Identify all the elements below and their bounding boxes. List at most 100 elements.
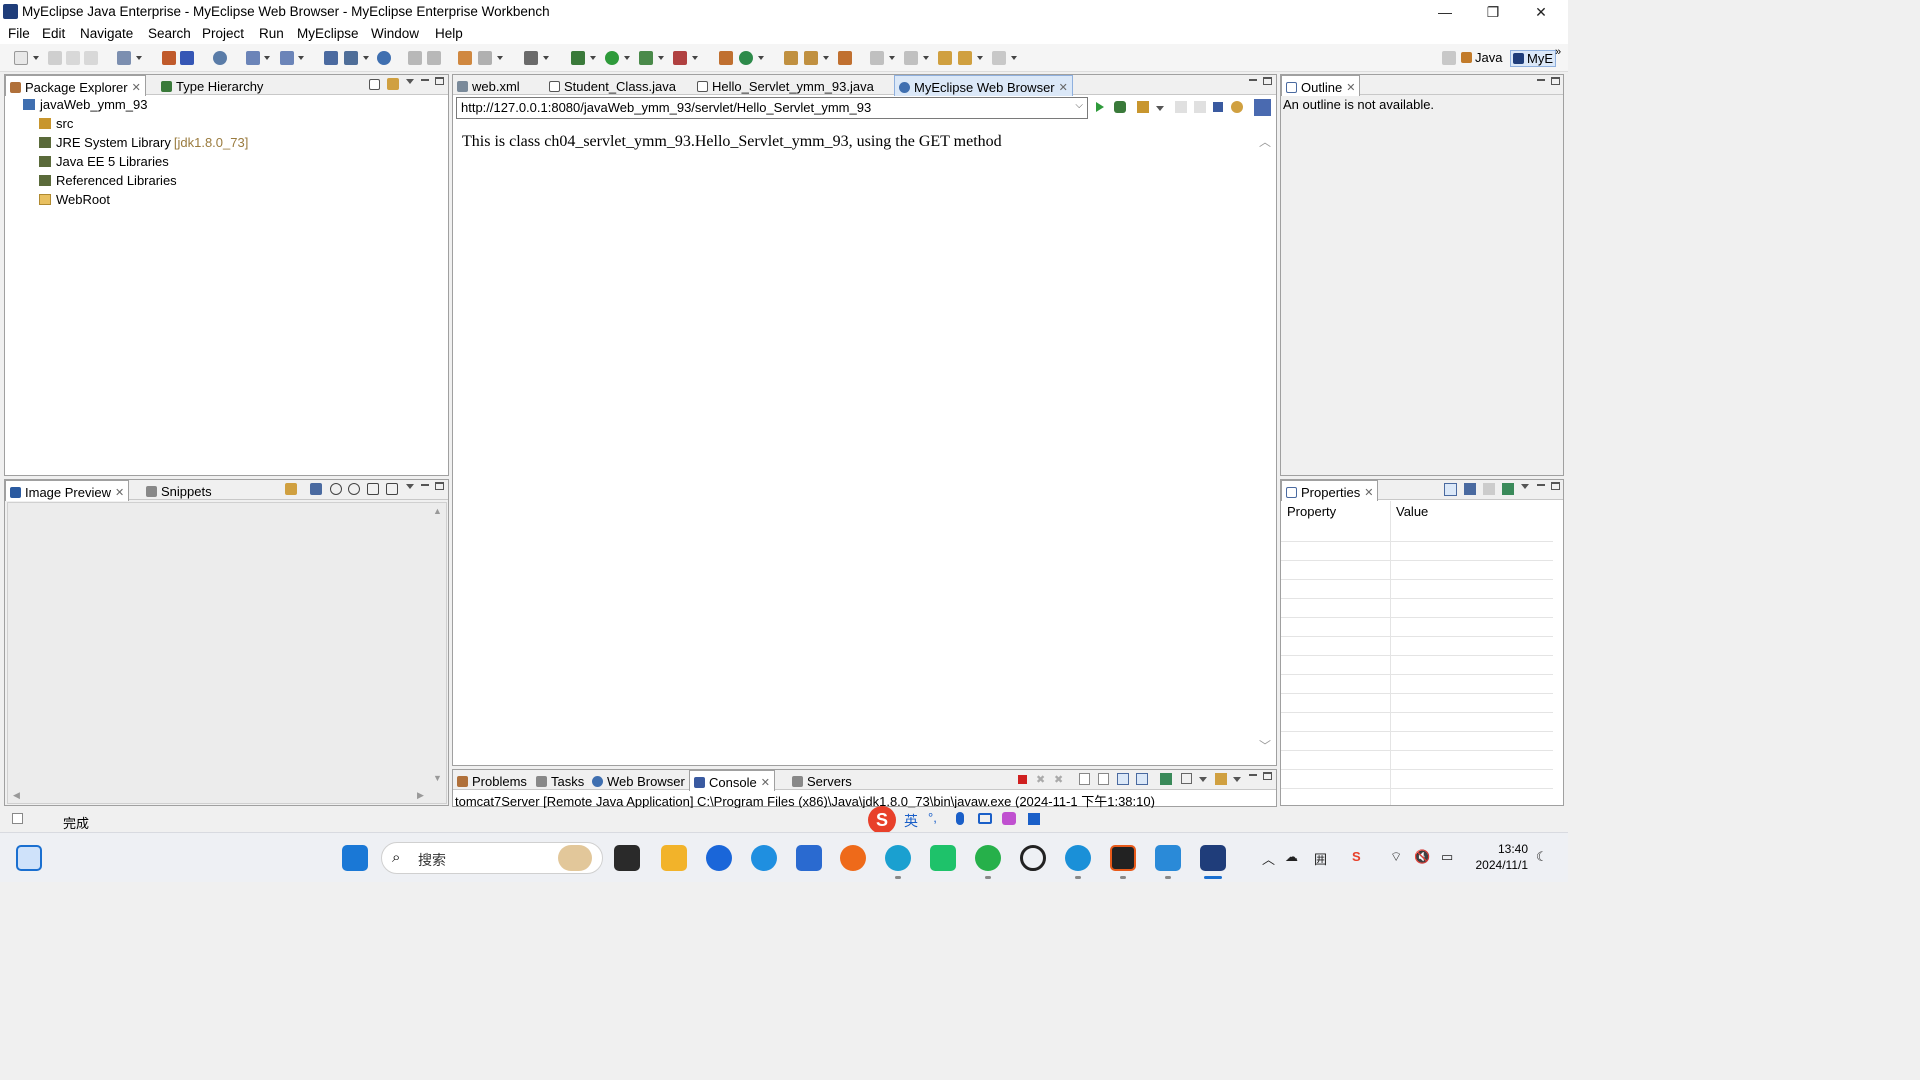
open-perspective-icon[interactable] [1442,51,1456,65]
scroll-down-icon[interactable]: ▼ [433,773,442,783]
print-icon[interactable] [84,51,98,65]
code-app-icon[interactable] [1110,845,1136,871]
view-menu-icon[interactable] [1521,484,1529,489]
menu-project[interactable]: Project [202,26,244,41]
minimize-properties-icon[interactable] [1537,484,1545,486]
page-scroll-up-icon[interactable]: ︿ [1259,133,1271,150]
skin-icon[interactable] [1002,812,1016,825]
display-console-dropdown-icon[interactable] [1199,777,1207,782]
run-dropdown-icon[interactable] [624,56,630,60]
sync-icon[interactable] [285,483,297,495]
tree-item-jre[interactable]: JRE System Library [jdk1.8.0_73] [39,135,248,150]
new-java-class-dropdown-icon[interactable] [758,56,764,60]
pin-console-icon[interactable] [1160,773,1172,785]
run-icon[interactable] [605,51,619,65]
scroll-left-icon[interactable]: ◀ [13,790,20,801]
sogou-tray-icon[interactable]: S [1352,849,1361,864]
clear-console-icon[interactable] [1079,773,1090,785]
close-tab-icon[interactable]: ✕ [761,776,770,789]
menu-search[interactable]: Search [148,26,191,41]
menu-edit[interactable]: Edit [42,26,65,41]
show-advanced-icon[interactable] [1464,483,1476,495]
browser-forward-icon[interactable] [1194,101,1206,113]
debug-dropdown-icon[interactable] [590,56,596,60]
minimize-outline-icon[interactable] [1537,79,1545,81]
clock-date[interactable]: 2024/11/1 [1466,858,1529,872]
fit-image-icon[interactable] [310,483,322,495]
remove-launch-icon[interactable]: ✖ [1036,773,1045,786]
input-language-indicator[interactable]: 囲 [1314,849,1327,868]
terminal-dropdown-icon[interactable] [543,56,549,60]
zoom-in-icon[interactable] [348,483,360,495]
tab-type-hierarchy[interactable]: Type Hierarchy [157,75,267,95]
fast-view-icon[interactable] [12,813,23,824]
run-server-icon[interactable] [344,51,358,65]
keyboard-icon[interactable] [978,813,992,824]
scroll-lock-icon[interactable] [1098,773,1109,785]
collapse-all-icon[interactable] [369,79,380,90]
maximize-outline-icon[interactable] [1551,77,1560,85]
terminal-icon[interactable] [524,51,538,65]
back-history-icon[interactable] [408,51,422,65]
last-edit-icon[interactable] [938,51,952,65]
new-dropdown-icon[interactable] [33,56,39,60]
widgets-icon[interactable] [16,845,42,871]
forward-dropdown-icon[interactable] [1011,56,1017,60]
show-hidden-icons-icon[interactable]: ︿ [1262,849,1275,868]
next-annotation-icon[interactable] [870,51,884,65]
open-type-icon[interactable] [117,51,131,65]
run-server-dropdown-icon[interactable] [363,56,369,60]
link-with-editor-icon[interactable] [387,78,399,90]
maximize-view-icon[interactable] [435,77,444,85]
minimize-view-icon[interactable] [421,79,429,81]
display-console-icon[interactable] [1181,773,1192,784]
close-tab-icon[interactable]: ✕ [1364,486,1373,499]
tree-item-referenced-libraries[interactable]: Referenced Libraries [39,173,177,188]
build-icon[interactable] [162,51,176,65]
ime-punctuation[interactable]: °, [928,810,937,825]
tree-item-webroot[interactable]: WebRoot [39,192,110,207]
close-tab-icon[interactable]: ✕ [132,81,141,94]
debug-icon[interactable] [571,51,585,65]
remove-all-launches-icon[interactable]: ✖ [1054,773,1063,786]
notepad-icon[interactable] [1155,845,1181,871]
restore-button[interactable]: ❐ [1470,0,1516,24]
zoom-out-icon[interactable] [330,483,342,495]
debug-page-icon[interactable] [1114,101,1126,113]
tab-properties[interactable]: Properties ✕ [1281,480,1379,501]
tab-outline[interactable]: Outline ✕ [1281,75,1361,96]
perspective-myeclipse[interactable]: MyE [1510,50,1556,67]
new-class-dropdown-icon[interactable] [497,56,503,60]
save-icon[interactable] [48,51,62,65]
minimize-editor-icon[interactable] [1249,79,1257,81]
back-dropdown-icon[interactable] [977,56,983,60]
firefox-icon[interactable] [840,845,866,871]
pin-properties-icon[interactable] [1502,483,1514,495]
new-package-icon[interactable] [458,51,472,65]
more-perspectives-icon[interactable]: » [1555,46,1561,58]
go-icon[interactable] [1096,102,1104,112]
minimize-view-icon[interactable] [421,484,429,486]
store-icon[interactable] [796,845,822,871]
clock-time[interactable]: 13:40 [1474,842,1528,856]
refresh-icon[interactable] [1231,101,1243,113]
bookmark-dropdown-icon[interactable] [1156,106,1164,111]
actual-size-icon[interactable] [367,483,379,495]
tree-item-javaee[interactable]: Java EE 5 Libraries [39,154,169,169]
open-folder-icon[interactable] [784,51,798,65]
close-tab-icon[interactable]: ✕ [1346,81,1355,94]
menu-run[interactable]: Run [259,26,284,41]
maximize-properties-icon[interactable] [1551,482,1560,490]
task-view-icon[interactable] [614,845,640,871]
tab-web-xml[interactable]: web.xml [453,75,524,95]
ime-language[interactable]: 英 [904,811,918,831]
coverage-dropdown-icon[interactable] [658,56,664,60]
menu-help[interactable]: Help [435,26,463,41]
tree-project[interactable]: javaWeb_ymm_93 [23,97,147,112]
new-class-icon[interactable] [478,51,492,65]
coverage-icon[interactable] [639,51,653,65]
tab-tasks[interactable]: Tasks [532,770,588,790]
external-tools-icon[interactable] [673,51,687,65]
myeclipse-taskbar-icon[interactable] [1200,845,1226,871]
fit-window-icon[interactable] [386,483,398,495]
